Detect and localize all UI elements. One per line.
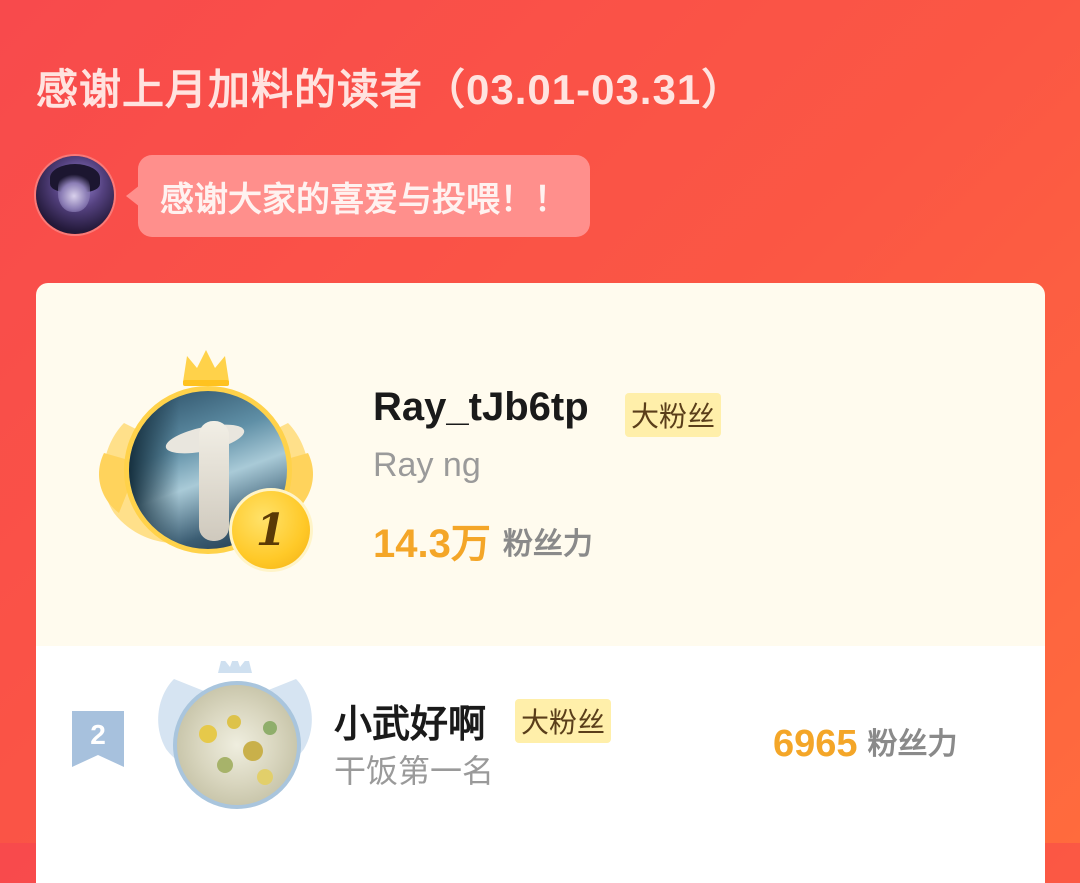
avatar-detail	[227, 715, 241, 729]
rank-1-nickname: Ray ng	[373, 446, 481, 484]
avatar-figure	[199, 421, 229, 541]
rank-1-medal-icon: 1	[229, 488, 313, 572]
page-title: 感谢上月加料的读者（03.01-03.31）	[36, 66, 745, 113]
avatar-detail	[263, 721, 277, 735]
avatar-detail	[257, 769, 273, 785]
avatar-shadow	[129, 391, 179, 549]
rank-1-fan-tag: 大粉丝	[625, 393, 722, 437]
author-message-bubble: 感谢大家的喜爱与投喂！！	[126, 155, 590, 237]
author-avatar[interactable]	[36, 156, 114, 234]
avatar-detail	[199, 725, 217, 743]
crown-icon	[183, 350, 229, 386]
rank-2-nickname: 干饭第一名	[334, 753, 495, 789]
avatar-detail	[217, 757, 233, 773]
rank-2-ribbon-icon: 2	[72, 711, 124, 767]
rank-2-avatar[interactable]	[173, 681, 301, 809]
rank-2-fan-power: 6965 粉丝力	[773, 719, 958, 766]
rank-2-fan-tag: 大粉丝	[515, 699, 612, 743]
ranking-card: 1 Ray_tJb6tp 大粉丝 Ray ng 14.3万 粉丝力 2 小武好啊 …	[36, 283, 1045, 883]
rank-1-fan-power: 14.3万 粉丝力	[373, 511, 593, 569]
rank-2-power-unit: 粉丝力	[867, 728, 958, 761]
rank-2-number: 2	[90, 719, 106, 750]
rank-2-power-value: 6965	[773, 723, 858, 765]
rank-1-username[interactable]: Ray_tJb6tp	[373, 385, 589, 430]
avatar-face	[58, 172, 90, 212]
rank-1-power-value: 14.3万	[373, 522, 491, 566]
avatar-detail	[243, 741, 263, 761]
rank-1-power-unit: 粉丝力	[502, 528, 593, 561]
rank-2-username[interactable]: 小武好啊	[334, 693, 486, 748]
